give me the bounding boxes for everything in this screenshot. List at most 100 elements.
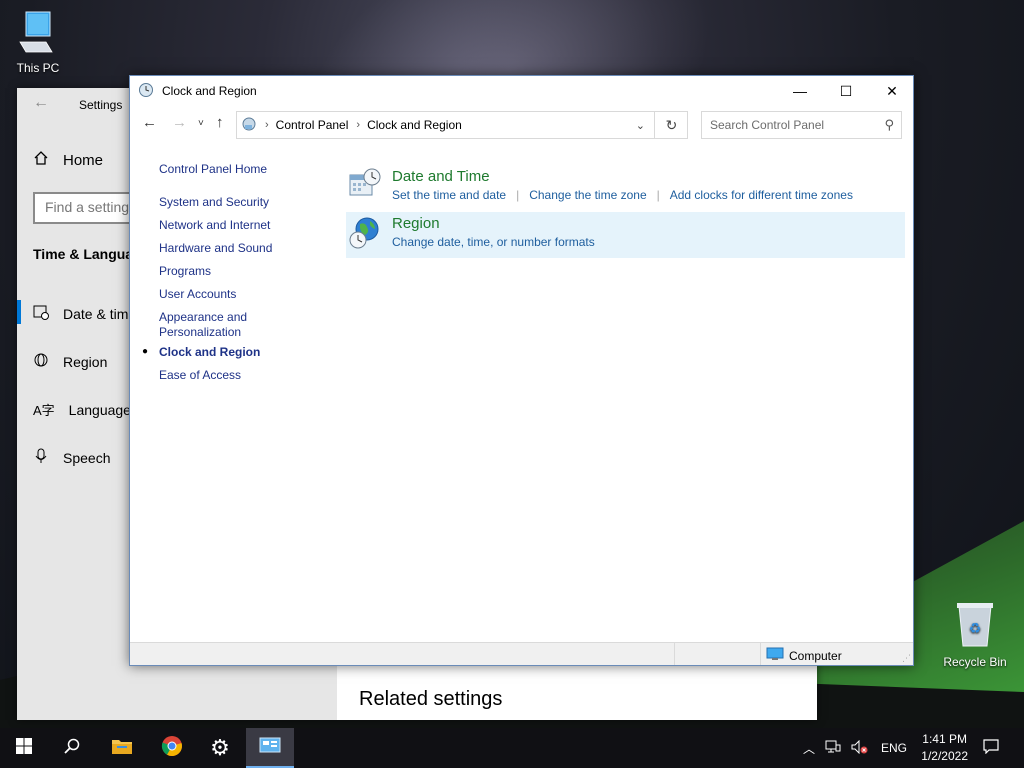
status-text: Computer	[789, 648, 842, 663]
settings-item-label: Speech	[63, 449, 111, 466]
settings-item-speech[interactable]: Speech	[33, 448, 110, 467]
nav-ease-of-access[interactable]: Ease of Access	[159, 368, 241, 383]
control-panel-home-link[interactable]: Control Panel Home	[159, 162, 267, 177]
category-date-time: Date and Time Set the time and date | Ch…	[346, 165, 905, 211]
window-title: Clock and Region	[162, 84, 257, 98]
volume-muted-icon[interactable]	[851, 739, 869, 757]
microphone-icon	[33, 448, 49, 467]
taskbar-file-explorer[interactable]	[98, 728, 146, 768]
region-globe-icon	[348, 216, 382, 253]
breadcrumb-clock-region[interactable]: Clock and Region	[367, 118, 462, 132]
action-center-button[interactable]	[968, 728, 1014, 768]
link-add-clocks[interactable]: Add clocks for different time zones	[670, 188, 853, 202]
link-set-time-date[interactable]: Set the time and date	[392, 188, 506, 202]
category-links: Set the time and date | Change the time …	[392, 188, 853, 202]
nav-programs[interactable]: Programs	[159, 264, 211, 279]
svg-text:♻: ♻	[969, 621, 982, 637]
language-icon: A字	[33, 403, 55, 418]
link-divider: |	[516, 188, 520, 202]
calendar-clock-icon	[33, 304, 49, 323]
current-page-bullet: ●	[142, 346, 149, 357]
globe-icon	[33, 352, 49, 371]
recent-locations-icon[interactable]: ˅	[198, 118, 204, 129]
refresh-icon: ↻	[665, 116, 678, 133]
desktop-icon-label: Recycle Bin	[943, 655, 1007, 669]
settings-item-region[interactable]: Region	[33, 352, 107, 371]
control-panel-window: Clock and Region — ☐ ✕ ← → ˅ ↑ › Control…	[129, 75, 914, 666]
clock-date: 1/2/2022	[921, 749, 968, 763]
clock-region-icon	[138, 82, 154, 101]
control-panel-icon	[241, 116, 257, 135]
start-button[interactable]	[0, 728, 48, 768]
address-bar[interactable]: › Control Panel › Clock and Region ⌄	[236, 111, 688, 139]
home-icon	[33, 150, 49, 170]
monitor-icon	[766, 647, 784, 664]
settings-home[interactable]: Home	[33, 150, 103, 170]
close-button[interactable]: ✕	[869, 76, 915, 106]
control-panel-icon	[259, 736, 281, 759]
link-change-time-zone[interactable]: Change the time zone	[529, 188, 646, 202]
settings-item-label: Date & time	[63, 305, 137, 322]
status-divider	[674, 643, 675, 665]
nav-personalization[interactable]: Personalization	[159, 325, 241, 340]
home-label: Home	[63, 151, 104, 169]
nav-appearance[interactable]: Appearance and	[159, 310, 247, 325]
status-divider	[760, 643, 761, 665]
system-tray: ︿ ENG	[803, 728, 907, 768]
clock-time: 1:41 PM	[922, 732, 967, 746]
taskbar-chrome[interactable]	[148, 728, 196, 768]
active-indicator	[17, 300, 21, 324]
back-arrow-icon[interactable]: ←	[33, 94, 49, 112]
find-setting-placeholder: Find a setting	[45, 199, 130, 215]
input-language[interactable]: ENG	[881, 741, 907, 755]
settings-title: Settings	[79, 98, 123, 112]
nav-user-accounts[interactable]: User Accounts	[159, 287, 236, 302]
taskbar-clock[interactable]: 1:41 PM 1/2/2022	[921, 731, 968, 765]
network-icon[interactable]	[825, 740, 841, 757]
gear-icon: ⚙	[210, 735, 230, 760]
taskbar-settings[interactable]: ⚙	[196, 728, 244, 768]
settings-item-date-time[interactable]: Date & time	[33, 304, 136, 323]
search-button[interactable]	[48, 728, 96, 768]
chevron-right-icon: ›	[265, 119, 269, 131]
navigation-toolbar: ← → ˅ ↑ › Control Panel › Clock and Regi…	[130, 110, 913, 142]
folder-icon	[111, 737, 133, 760]
category-links: Change date, time, or number formats	[392, 235, 595, 249]
taskbar-control-panel[interactable]	[246, 728, 294, 768]
forward-arrow-icon[interactable]: →	[172, 114, 187, 131]
minimize-button[interactable]: —	[777, 76, 823, 106]
category-region[interactable]: Region Change date, time, or number form…	[346, 212, 905, 258]
breadcrumb-control-panel[interactable]: Control Panel	[276, 118, 349, 132]
back-arrow-icon[interactable]: ←	[142, 114, 157, 131]
search-input[interactable]: Search Control Panel ⚲	[701, 111, 902, 139]
chevron-up-icon[interactable]: ︿	[803, 740, 815, 757]
recycle-bin-icon: ♻	[937, 600, 1013, 651]
category-title[interactable]: Region	[392, 215, 440, 232]
search-placeholder: Search Control Panel	[710, 118, 825, 132]
notification-icon	[983, 738, 999, 759]
link-divider: |	[656, 188, 660, 202]
chevron-right-icon: ›	[356, 119, 361, 131]
computer-icon	[0, 8, 76, 57]
desktop-icon-recycle-bin[interactable]: ♻ Recycle Bin	[937, 600, 1013, 669]
resize-grip-icon[interactable]: ⋰	[902, 653, 911, 664]
up-arrow-icon[interactable]: ↑	[216, 114, 224, 131]
status-computer: Computer	[766, 647, 842, 664]
nav-system-security[interactable]: System and Security	[159, 195, 269, 210]
windows-logo-icon	[16, 737, 32, 759]
nav-network-internet[interactable]: Network and Internet	[159, 218, 270, 233]
related-settings-heading: Related settings	[359, 688, 503, 710]
desktop-icon-this-pc[interactable]: This PC	[0, 8, 76, 75]
category-title[interactable]: Date and Time	[392, 168, 490, 185]
nav-hardware-sound[interactable]: Hardware and Sound	[159, 241, 272, 256]
nav-clock-region[interactable]: Clock and Region	[159, 345, 260, 360]
maximize-button[interactable]: ☐	[823, 76, 869, 106]
link-change-formats[interactable]: Change date, time, or number formats	[392, 235, 595, 249]
chevron-down-icon[interactable]: ⌄	[636, 119, 645, 132]
settings-item-label: Language	[68, 401, 131, 418]
search-icon	[64, 738, 80, 759]
status-bar: Computer ⋰	[130, 642, 913, 665]
chrome-icon	[161, 735, 183, 762]
refresh-button[interactable]: ↻	[654, 111, 688, 139]
settings-item-language[interactable]: A字 Language	[33, 400, 131, 419]
